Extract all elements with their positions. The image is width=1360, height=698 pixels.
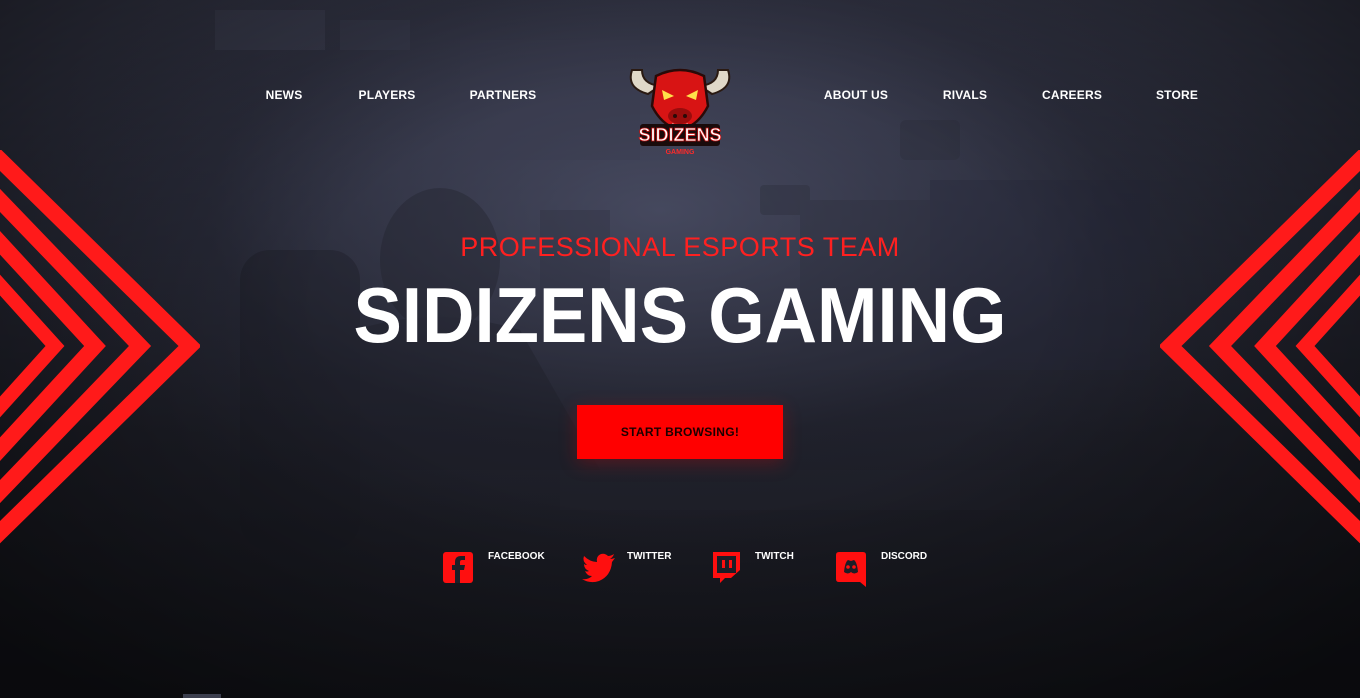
discord-icon xyxy=(836,552,866,587)
nav-players[interactable]: PLAYERS xyxy=(359,88,416,102)
twitch-label: TWITCH xyxy=(755,551,794,562)
logo-text: SIDIZENS xyxy=(638,125,721,145)
nav-careers[interactable]: CAREERS xyxy=(1042,88,1102,102)
facebook-icon xyxy=(443,552,473,583)
nav-partners[interactable]: PARTNERS xyxy=(470,88,537,102)
discord-label: DISCORD xyxy=(881,551,928,562)
scroll-indicator xyxy=(183,694,221,698)
hero-tagline: PROFESSIONAL ESPORTS TEAM xyxy=(460,232,900,262)
nav-store[interactable]: STORE xyxy=(1156,88,1198,102)
twitch-icon xyxy=(713,552,740,583)
twitter-icon xyxy=(582,553,615,583)
nav-news[interactable]: NEWS xyxy=(266,88,303,102)
logo-subtext: GAMING xyxy=(666,149,695,156)
hero-title: SIDIZENS GAMING xyxy=(353,271,1007,359)
bull-mascot-icon xyxy=(629,68,731,132)
twitter-label: TWITTER xyxy=(627,551,672,562)
start-browsing-button[interactable]: START BROWSING! xyxy=(577,405,783,459)
facebook-label: FACEBOOK xyxy=(488,551,545,562)
nav-about-us[interactable]: ABOUT US xyxy=(824,88,888,102)
team-logo[interactable]: SIDIZENS GAMING xyxy=(622,50,738,158)
nav-rivals[interactable]: RIVALS xyxy=(943,88,987,102)
